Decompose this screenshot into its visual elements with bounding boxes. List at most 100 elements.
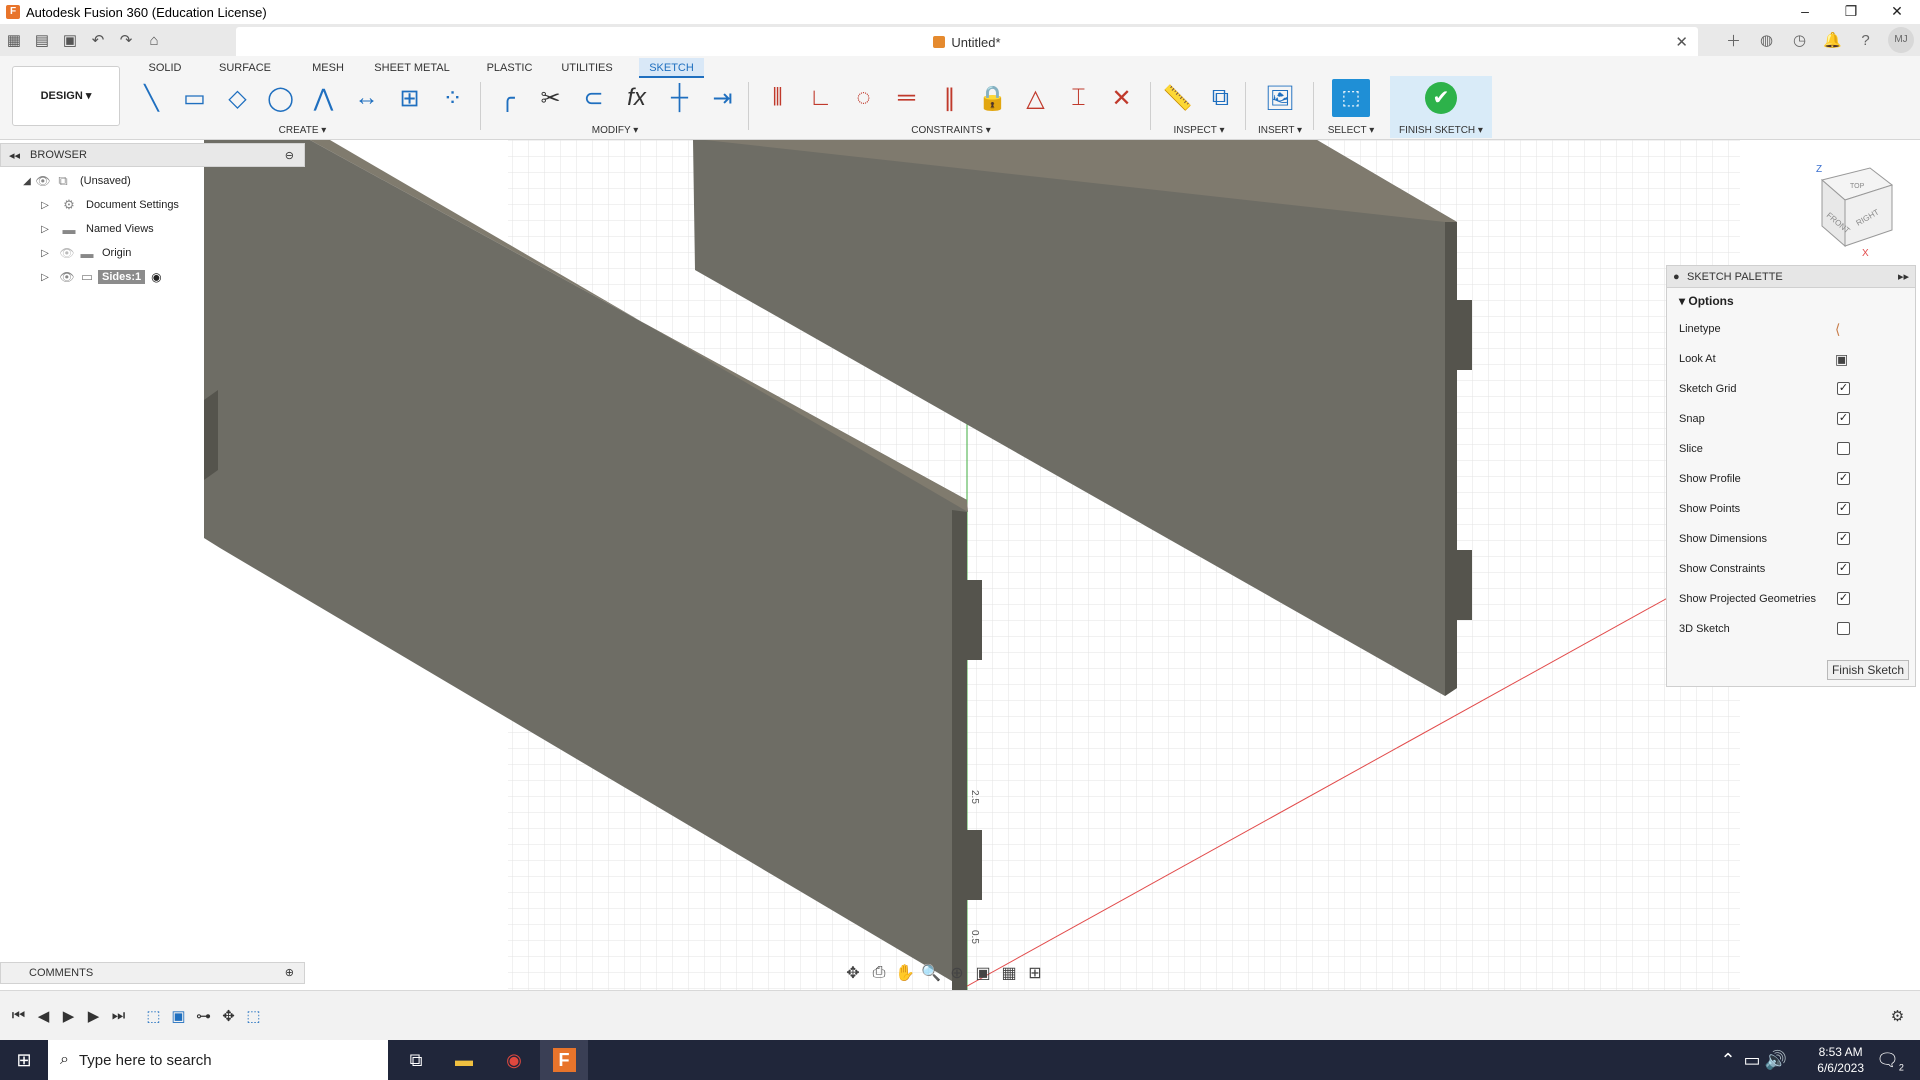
extensions-icon[interactable]: ◍ (1750, 31, 1783, 49)
palette-checkbox[interactable]: ✓ (1837, 562, 1850, 575)
mirror-icon[interactable]: ⋀ (302, 84, 345, 113)
palette-option-show-constraints[interactable]: Show Constraints ✓ (1667, 554, 1915, 584)
chrome-icon[interactable]: ◉ (490, 1040, 538, 1080)
notifications-icon[interactable]: 🔔 (1816, 31, 1849, 49)
palette-option-slice[interactable]: Slice (1667, 434, 1915, 464)
windows-start-icon[interactable]: ⊞ (0, 1040, 48, 1080)
job-status-icon[interactable]: ◷ (1783, 31, 1816, 49)
pattern-icon[interactable]: ⊞ (388, 84, 431, 113)
dimension-label[interactable]: 2.5 (969, 790, 980, 804)
grid-settings-icon[interactable]: ▦ (996, 963, 1022, 983)
parameters-icon[interactable]: fx (615, 84, 658, 112)
dimension-icon[interactable]: ↔ (345, 84, 388, 112)
look-at-icon[interactable]: ▣ (1835, 344, 1848, 374)
collapse-panel-icon[interactable]: ◂◂ (9, 149, 20, 162)
maximize-icon[interactable]: ❐ (1828, 0, 1874, 24)
timeline-settings-gear-icon[interactable]: ⚙ (1885, 1007, 1910, 1025)
tree-item-named-views[interactable]: ▷ ▬ Named Views (0, 217, 305, 241)
visibility-eye-icon[interactable]: 👁 (58, 270, 76, 284)
symmetry-icon[interactable]: ⌶ (1057, 84, 1100, 112)
palette-checkbox[interactable] (1837, 622, 1850, 635)
palette-option-look-at[interactable]: Look At ▣ (1667, 344, 1915, 374)
trim-icon[interactable]: ✂ (529, 84, 572, 113)
construction-linetype-icon[interactable]: ⟨ (1835, 314, 1840, 344)
timeline-feature-active-sketch-icon[interactable]: ⬚ (241, 1007, 266, 1025)
tab-surface[interactable]: SURFACE (210, 58, 280, 78)
step-back-icon[interactable]: ◀ (31, 1007, 56, 1025)
palette-option-snap[interactable]: Snap ✓ (1667, 404, 1915, 434)
file-menu-icon[interactable]: ▤ (28, 31, 56, 49)
tree-item-document-settings[interactable]: ▷ ⚙ Document Settings (0, 193, 305, 217)
offset-icon[interactable]: ⊂ (572, 84, 615, 113)
options-section-toggle[interactable]: ▾ Options (1667, 288, 1915, 314)
taskbar-clock[interactable]: 8:53 AM 6/6/2023 (1817, 1044, 1864, 1076)
avatar[interactable]: MJ (1888, 27, 1914, 53)
network-icon[interactable]: ▭ (1740, 1040, 1764, 1080)
zoom-icon[interactable]: 🔍 (918, 963, 944, 983)
expand-arrow-icon[interactable]: ▷ (38, 224, 52, 235)
pan-icon[interactable]: ✋ (892, 963, 918, 983)
palette-checkbox[interactable]: ✓ (1837, 382, 1850, 395)
file-explorer-icon[interactable]: ▬ (440, 1040, 488, 1080)
create-menu[interactable]: CREATE ▾ (130, 125, 475, 136)
parallel-icon[interactable]: ∥ (928, 84, 971, 113)
collapse-arrow-icon[interactable]: ◢ (20, 176, 34, 187)
display-settings-icon[interactable]: ▣ (970, 963, 996, 983)
expand-arrow-icon[interactable]: ▷ (38, 272, 52, 283)
timeline-feature-move-icon[interactable]: ✥ (216, 1007, 241, 1025)
horizontal-vertical-icon[interactable]: ⫴ (756, 84, 799, 112)
comments-panel[interactable]: COMMENTS ⊕ (0, 962, 305, 984)
fit-icon[interactable]: ⊕ (944, 963, 970, 983)
palette-checkbox[interactable]: ✓ (1837, 502, 1850, 515)
modify-menu[interactable]: MODIFY ▾ (486, 125, 744, 136)
fix-lock-icon[interactable]: 🔒 (971, 84, 1014, 113)
pin-icon[interactable]: ⊖ (285, 149, 294, 162)
select-icon[interactable]: ⬚ (1332, 79, 1370, 117)
select-menu[interactable]: SELECT ▾ (1318, 125, 1384, 136)
point-pattern-icon[interactable]: ⁘ (431, 84, 474, 113)
triangle-icon[interactable]: △ (1014, 84, 1057, 113)
coincident-icon[interactable]: ✕ (1100, 84, 1143, 113)
inspect-menu[interactable]: INSPECT ▾ (1156, 125, 1242, 136)
palette-option-show-points[interactable]: Show Points ✓ (1667, 494, 1915, 524)
palette-checkbox[interactable]: ✓ (1837, 472, 1850, 485)
expand-arrow-icon[interactable]: ▷ (38, 200, 52, 211)
fillet-icon[interactable]: ╭ (486, 84, 529, 113)
palette-option-linetype[interactable]: Linetype ⟨ (1667, 314, 1915, 344)
palette-option-show-profile[interactable]: Show Profile ✓ (1667, 464, 1915, 494)
palette-checkbox[interactable]: ✓ (1837, 532, 1850, 545)
palette-header[interactable]: ● SKETCH PALETTE ▸▸ (1667, 266, 1915, 288)
timeline-feature-sketch-icon[interactable]: ⬚ (141, 1007, 166, 1025)
tab-sheet-metal[interactable]: SHEET METAL (372, 58, 452, 78)
viewports-icon[interactable]: ⊞ (1022, 963, 1048, 983)
show-hidden-icons[interactable]: ⌃ (1716, 1040, 1740, 1080)
dimension-label[interactable]: 0.5 (969, 930, 980, 944)
add-comment-icon[interactable]: ⊕ (285, 963, 294, 983)
extend-icon[interactable]: ⇥ (701, 84, 744, 113)
insert-image-icon[interactable]: 🖼 (1259, 84, 1302, 113)
view-cube[interactable]: TOP FRONT RIGHT Z X (1816, 164, 1894, 259)
rectangle-icon[interactable]: ▭ (173, 84, 216, 113)
undo-icon[interactable]: ↶ (84, 31, 112, 49)
palette-checkbox[interactable] (1837, 442, 1850, 455)
tree-root-unsaved[interactable]: ◢ 👁 ⧉ (Unsaved) (0, 169, 305, 193)
new-tab-icon[interactable]: ＋ (1717, 30, 1750, 51)
apps-grid-icon[interactable]: ▦ (0, 31, 28, 49)
tree-item-sketch-sides[interactable]: ▷ 👁 ▭ Sides:1 ◉ (0, 265, 305, 289)
home-icon[interactable]: ⌂ (140, 32, 168, 49)
palette-option-3d-sketch[interactable]: 3D Sketch (1667, 614, 1915, 644)
notification-center-icon[interactable]: 🗨2 (1870, 1040, 1910, 1080)
polygon-icon[interactable]: ◇ (216, 84, 259, 113)
palette-option-sketch-grid[interactable]: Sketch Grid ✓ (1667, 374, 1915, 404)
workspace-switcher-button[interactable]: DESIGN ▾ (12, 66, 120, 126)
palette-option-show-projected-geometries[interactable]: Show Projected Geometries ✓ (1667, 584, 1915, 614)
taskbar-search-box[interactable]: ⌕ Type here to search (48, 1040, 388, 1080)
close-tab-icon[interactable]: ✕ (1675, 33, 1688, 51)
insert-menu[interactable]: INSERT ▾ (1250, 125, 1310, 136)
tree-item-origin[interactable]: ▷ 👁 ▬ Origin (0, 241, 305, 265)
step-forward-icon[interactable]: ▶ (81, 1007, 106, 1025)
redo-icon[interactable]: ↷ (112, 31, 140, 49)
document-tab[interactable]: Untitled* ✕ (236, 27, 1698, 56)
circle-icon[interactable]: ◯ (259, 84, 302, 113)
help-icon[interactable]: ? (1849, 32, 1882, 49)
